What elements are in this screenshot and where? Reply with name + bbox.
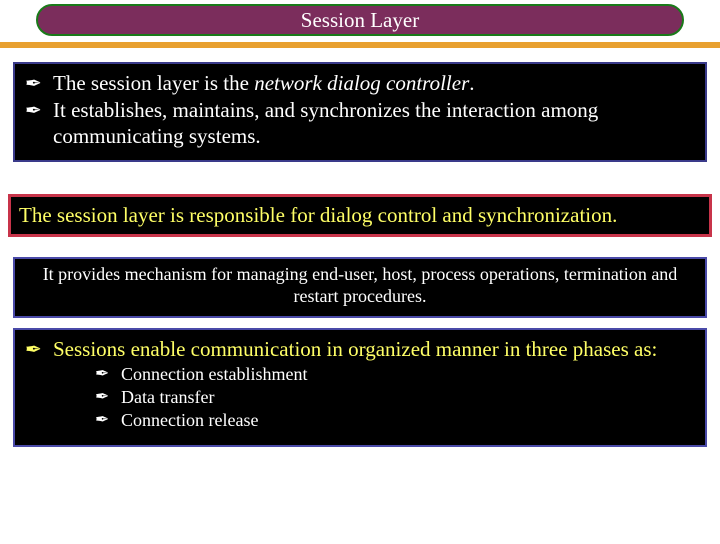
bullet-row: ✒ The session layer is the network dialo… bbox=[25, 70, 695, 97]
phases-box: ✒ Sessions enable communication in organ… bbox=[13, 328, 707, 447]
highlight-text: The session layer is responsible for dia… bbox=[19, 203, 617, 227]
sub-bullet-row: ✒ Data transfer bbox=[25, 386, 695, 409]
intro-box: ✒ The session layer is the network dialo… bbox=[13, 62, 707, 162]
bullet-text: The session layer is the network dialog … bbox=[53, 70, 695, 96]
bullet-row: ✒ Sessions enable communication in organ… bbox=[25, 336, 695, 363]
phase-item: Connection establishment bbox=[121, 363, 307, 386]
bullet-text: It establishes, maintains, and synchroni… bbox=[53, 97, 695, 150]
title-box: Session Layer bbox=[36, 4, 684, 36]
sub-bullet-row: ✒ Connection release bbox=[25, 409, 695, 432]
slide-title: Session Layer bbox=[301, 8, 419, 33]
mechanism-box: It provides mechanism for managing end-u… bbox=[13, 257, 707, 318]
phase-item: Data transfer bbox=[121, 386, 214, 409]
phases-intro: Sessions enable communication in organiz… bbox=[53, 336, 695, 362]
phase-item: Connection release bbox=[121, 409, 258, 432]
highlight-box: The session layer is responsible for dia… bbox=[8, 194, 712, 237]
text-fragment: . bbox=[469, 71, 474, 95]
bullet-icon: ✒ bbox=[25, 336, 53, 363]
bullet-icon: ✒ bbox=[25, 97, 53, 124]
emphasis-text: network dialog controller bbox=[254, 71, 469, 95]
bullet-icon: ✒ bbox=[95, 386, 121, 408]
bullet-row: ✒ It establishes, maintains, and synchro… bbox=[25, 97, 695, 150]
sub-bullet-row: ✒ Connection establishment bbox=[25, 363, 695, 386]
divider-rule bbox=[0, 42, 720, 48]
bullet-icon: ✒ bbox=[95, 409, 121, 431]
bullet-icon: ✒ bbox=[25, 70, 53, 97]
text-fragment: The session layer is the bbox=[53, 71, 254, 95]
bullet-icon: ✒ bbox=[95, 363, 121, 385]
mechanism-text: It provides mechanism for managing end-u… bbox=[43, 264, 678, 307]
